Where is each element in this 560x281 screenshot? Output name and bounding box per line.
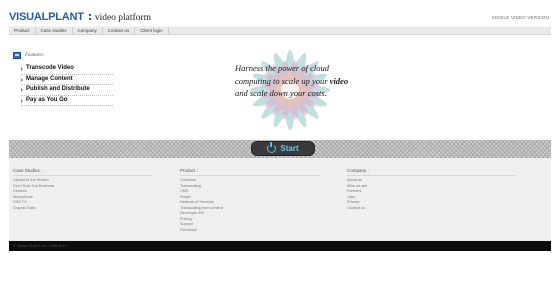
- site-header: VISUAL PLANT video platform SINGLE VIDEO…: [0, 0, 560, 26]
- copyright-bar: © Visual PLANT Inc. 2008-2012: [9, 241, 551, 251]
- start-button-label: Start: [280, 144, 299, 153]
- logo-tagline: video platform: [94, 13, 152, 23]
- feature-transcode-video[interactable]: Transcode Video: [21, 64, 113, 75]
- tagline-line-3: and scale down your costs.: [235, 88, 327, 98]
- hero-section: Features: Transcode Video Manage Content…: [9, 36, 551, 156]
- footer-column-title: Case Studies :: [13, 168, 153, 176]
- tagline-video-word: video: [329, 75, 349, 86]
- feature-publish-distribute[interactable]: Publish and Distribute: [21, 85, 113, 96]
- nav-item-case-studies[interactable]: Case studies: [36, 27, 73, 34]
- feature-pay-as-you-go[interactable]: Pay as You Go: [21, 96, 113, 106]
- nav-item-company[interactable]: Company: [73, 27, 103, 34]
- tagline-line-2-text: computing to scale up your: [235, 75, 330, 86]
- logo-word-plant: PLANT: [48, 11, 84, 23]
- start-button[interactable]: Start: [251, 141, 315, 156]
- film-icon: [13, 52, 21, 59]
- features-title: Features:: [25, 53, 45, 58]
- power-icon: [267, 142, 277, 153]
- logo-colon-icon: [86, 13, 94, 23]
- copyright-text: © Visual PLANT Inc. 2008-2012: [13, 244, 67, 248]
- main-nav: Product Case studies Company Contact us …: [9, 26, 551, 35]
- nav-item-contact-us[interactable]: Contact us: [103, 27, 136, 34]
- footer-column-company: Company : About us Who we are Partners J…: [347, 168, 517, 211]
- footer-link[interactable]: Graphic Data: [13, 206, 153, 212]
- feature-manage-content[interactable]: Manage Content: [21, 75, 113, 85]
- features-list: Transcode Video Manage Content Publish a…: [21, 64, 113, 106]
- tagline-line-1: Harness the power of cloud: [235, 63, 329, 73]
- features-heading: Features:: [13, 52, 44, 59]
- nav-item-product[interactable]: Product: [9, 27, 36, 34]
- footer-column-title: Company :: [347, 168, 517, 176]
- visualplant-logo[interactable]: VISUAL PLANT video platform: [9, 9, 152, 24]
- footer-column-title: Product :: [180, 168, 320, 176]
- footer-column-case-studies: Case Studies : Upload to the Hidden Don'…: [13, 168, 153, 211]
- hero-tagline: Harness the power of cloud computing to …: [235, 62, 375, 100]
- tagline-line-2: computing to scale up your video: [235, 75, 375, 88]
- single-video-version-link[interactable]: SINGLE VIDEO VERSION: [492, 15, 549, 20]
- footer-column-product: Product : Overview Transcoding CMS Playe…: [180, 168, 320, 233]
- footer-link[interactable]: Contact us: [347, 206, 517, 212]
- site-footer: Case Studies : Upload to the Hidden Don'…: [9, 158, 551, 241]
- footer-link[interactable]: Feedback: [180, 228, 320, 234]
- nav-item-client-login[interactable]: Client login: [135, 27, 169, 34]
- logo-word-visual: VISUAL: [9, 11, 49, 23]
